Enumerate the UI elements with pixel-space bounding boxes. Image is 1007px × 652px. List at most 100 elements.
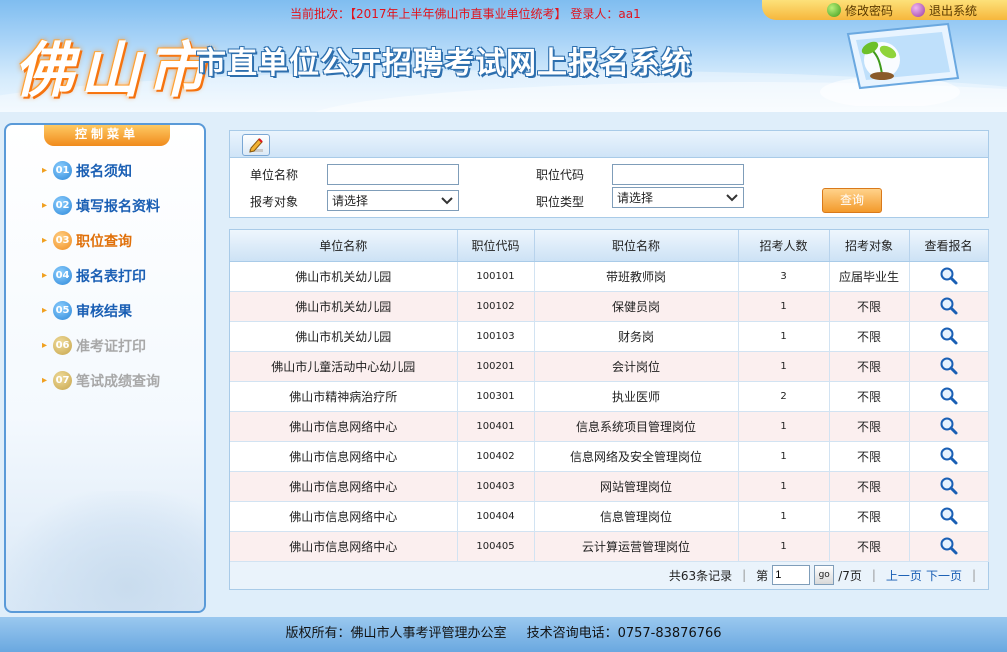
table-row: 佛山市机关幼儿园 100102 保健员岗 1 不限 (230, 291, 989, 322)
cell-position-code: 100401 (457, 411, 535, 442)
system-title: 市直单位公开招聘考试网上报名系统 (196, 46, 692, 81)
menu-number-badge: 06 (53, 336, 73, 355)
position-type-label: 职位类型 (536, 195, 585, 209)
cell-position-name: 执业医师 (534, 381, 739, 412)
position-code-input[interactable] (612, 164, 744, 185)
top-link-bar: 修改密码 退出系统 (762, 0, 1007, 20)
go-button[interactable]: go (814, 565, 835, 585)
magnifier-icon[interactable] (939, 326, 959, 346)
unit-name-input[interactable] (327, 164, 459, 185)
page-header: 当前批次：【2017年上半年佛山市直事业单位统考】 登录人：aa1 修改密码 退… (0, 0, 1007, 112)
arrow-icon: ▸ (42, 270, 48, 281)
magnifier-icon[interactable] (939, 386, 959, 406)
total-records: 共63条记录 (668, 568, 733, 583)
table-row: 佛山市机关幼儿园 100101 带班教师岗 3 应届毕业生 (230, 261, 989, 292)
unit-name-label: 单位名称 (250, 168, 299, 182)
sidebar-item-label: 笔试成绩查询 (76, 373, 161, 390)
magnifier-icon[interactable] (939, 356, 959, 376)
results-table: 单位名称 职位代码 职位名称 招考人数 招考对象 查看报名 佛山市机关幼儿园 10… (230, 230, 989, 562)
cell-position-code: 100403 (457, 471, 535, 502)
magnifier-icon[interactable] (939, 296, 959, 316)
menu-number-badge: 07 (53, 371, 73, 390)
magnifier-icon[interactable] (939, 416, 959, 436)
cell-unit-name: 佛山市机关幼儿园 (230, 321, 458, 352)
target-select[interactable]: 请选择 (327, 190, 459, 211)
cell-view (909, 471, 989, 502)
cell-recruit-count: 1 (738, 471, 830, 502)
arrow-icon: ▸ (42, 235, 48, 246)
sidebar-item-review-result[interactable]: ▸ 05 审核结果 (6, 293, 204, 328)
position-type-select[interactable]: 请选择 (612, 187, 744, 208)
query-button[interactable]: 查询 (822, 188, 882, 213)
magnifier-icon[interactable] (939, 476, 959, 496)
pencil-edit-icon (249, 138, 263, 153)
menu-number-badge: 03 (53, 231, 73, 250)
position-code-label: 职位代码 (536, 168, 585, 182)
cell-position-name: 云计算运营管理岗位 (534, 531, 739, 562)
cell-recruit-count: 1 (738, 351, 830, 382)
magnifier-icon[interactable] (939, 266, 959, 286)
cell-recruit-count: 1 (738, 501, 830, 532)
logout-label: 退出系统 (928, 3, 977, 18)
arrow-icon: ▸ (42, 305, 48, 316)
edit-button[interactable] (242, 134, 270, 156)
search-panel: 单位名称 职位代码 报考对象 请选择 职位类型 请选择 查询 (229, 130, 989, 218)
table-row: 佛山市儿童活动中心幼儿园 100201 会计岗位 1 不限 (230, 351, 989, 382)
magnifier-icon[interactable] (939, 506, 959, 526)
cell-view (909, 531, 989, 562)
table-row: 佛山市信息网络中心 100404 信息管理岗位 1 不限 (230, 501, 989, 532)
sidebar-item-position-search[interactable]: ▸ 03 职位查询 (6, 223, 204, 258)
cell-recruit-target: 不限 (829, 351, 910, 382)
target-selected-value: 请选择 (332, 194, 369, 208)
prev-page-link[interactable]: 上一页 (886, 567, 922, 584)
sidebar-item-label: 准考证打印 (76, 338, 147, 355)
column-header-code: 职位代码 (457, 230, 535, 262)
page-prefix: 第 (756, 568, 769, 583)
cell-unit-name: 佛山市信息网络中心 (230, 471, 458, 502)
next-page-link[interactable]: 下一页 (926, 567, 962, 584)
cell-position-code: 100102 (457, 291, 535, 322)
cell-unit-name: 佛山市机关幼儿园 (230, 261, 458, 292)
column-header-unit: 单位名称 (230, 230, 458, 262)
sidebar-item-print-form[interactable]: ▸ 04 报名表打印 (6, 258, 204, 293)
change-password-link[interactable]: 修改密码 (826, 2, 893, 19)
sidebar-item-registration-notice[interactable]: ▸ 01 报名须知 (6, 153, 204, 188)
cell-recruit-target: 不限 (829, 291, 910, 322)
cell-recruit-count: 2 (738, 381, 830, 412)
cell-recruit-count: 1 (738, 321, 830, 352)
cell-position-code: 100101 (457, 261, 535, 292)
purple-orb-icon (910, 3, 925, 17)
menu-title: 控制菜单 (44, 125, 170, 146)
column-header-count: 招考人数 (738, 230, 830, 262)
position-type-selected-value: 请选择 (617, 191, 654, 205)
logout-link[interactable]: 退出系统 (910, 2, 977, 19)
cell-position-name: 网站管理岗位 (534, 471, 739, 502)
cell-recruit-target: 不限 (829, 531, 910, 562)
sidebar-item-label: 报名须知 (76, 163, 133, 180)
column-header-view: 查看报名 (909, 230, 989, 262)
cell-position-name: 带班教师岗 (534, 261, 739, 292)
support-phone-text: 技术咨询电话：0757-83876766 (526, 626, 722, 641)
sidebar-item-fill-info[interactable]: ▸ 02 填写报名资料 (6, 188, 204, 223)
cell-unit-name: 佛山市信息网络中心 (230, 411, 458, 442)
cell-recruit-count: 1 (738, 411, 830, 442)
page-footer: 版权所有：佛山市人事考评管理办公室 技术咨询电话：0757-83876766 (0, 617, 1007, 652)
page-number-input[interactable] (772, 565, 811, 585)
cell-view (909, 291, 989, 322)
menu-number-badge: 05 (53, 301, 73, 320)
cell-recruit-target: 应届毕业生 (829, 261, 910, 292)
cell-recruit-target: 不限 (829, 321, 910, 352)
magnifier-icon[interactable] (939, 446, 959, 466)
arrow-icon: ▸ (42, 200, 48, 211)
cell-recruit-target: 不限 (829, 411, 910, 442)
login-user: aa1 (618, 7, 641, 21)
magnifier-icon[interactable] (939, 536, 959, 556)
column-header-position: 职位名称 (534, 230, 739, 262)
cell-recruit-target: 不限 (829, 381, 910, 412)
table-header-row: 单位名称 职位代码 职位名称 招考人数 招考对象 查看报名 (230, 230, 989, 262)
target-label: 报考对象 (250, 195, 299, 209)
table-row: 佛山市机关幼儿园 100103 财务岗 1 不限 (230, 321, 989, 352)
laptop-plant-illustration (820, 22, 960, 106)
table-row: 佛山市精神病治疗所 100301 执业医师 2 不限 (230, 381, 989, 412)
batch-value: 【2017年上半年佛山市直事业单位统考】 (350, 7, 567, 21)
